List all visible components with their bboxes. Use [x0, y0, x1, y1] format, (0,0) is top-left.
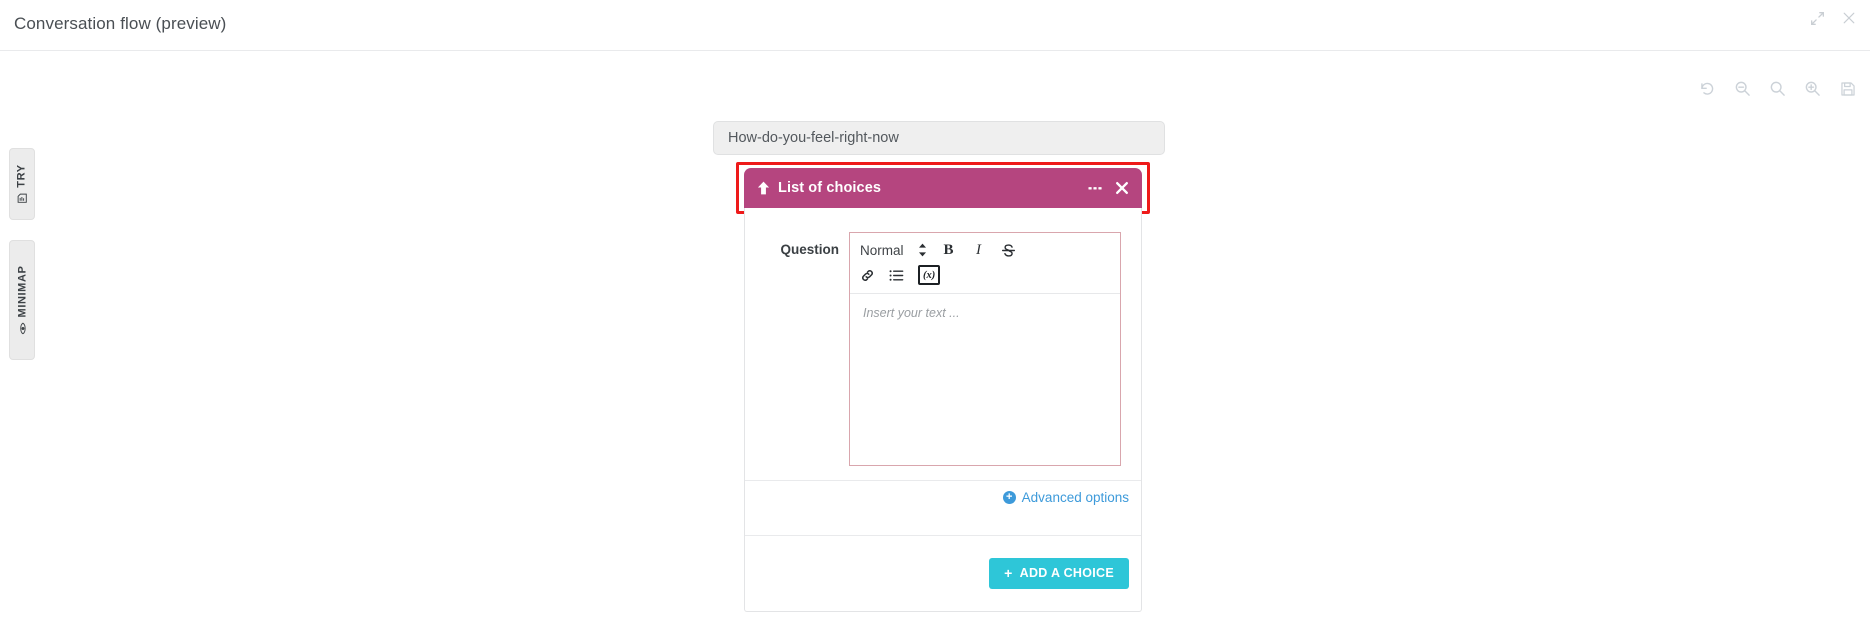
sidebar-item-minimap[interactable]: MINIMAP — [9, 240, 35, 360]
save-floppy-icon[interactable] — [1837, 78, 1858, 99]
node-name-field[interactable]: How-do-you-feel-right-now — [713, 121, 1165, 155]
link-icon[interactable] — [860, 268, 875, 283]
plus-circle-icon: + — [1002, 491, 1016, 504]
question-label: Question — [780, 242, 839, 257]
variable-button[interactable]: (x) — [918, 265, 941, 285]
format-select-value: Normal — [860, 242, 904, 258]
advanced-options-link[interactable]: + Advanced options — [1002, 490, 1129, 505]
rich-text-editor[interactable]: Normal B I (x) Insert your text ... — [849, 232, 1121, 466]
zoom-out-icon[interactable] — [1732, 78, 1753, 99]
minimize-icon[interactable] — [1088, 183, 1103, 193]
sidebar-item-try[interactable]: TRY — [9, 148, 35, 220]
close-icon[interactable] — [1838, 7, 1860, 29]
editor-placeholder: Insert your text ... — [863, 306, 960, 320]
eye-icon — [18, 322, 27, 335]
advanced-options-row: + Advanced options — [745, 481, 1141, 536]
node-header[interactable]: List of choices — [744, 168, 1142, 208]
node-title: List of choices — [778, 180, 882, 196]
bullet-list-icon[interactable] — [889, 269, 904, 282]
add-a-choice-label: ADD A CHOICE — [1019, 566, 1114, 580]
format-select[interactable]: Normal — [860, 243, 927, 258]
page-title: Conversation flow (preview) — [14, 14, 227, 33]
window-titlebar: Conversation flow (preview) — [0, 0, 1870, 51]
editor-text-area[interactable]: Insert your text ... — [850, 294, 1120, 465]
close-node-icon[interactable] — [1115, 181, 1129, 195]
node-footer: + ADD A CHOICE — [745, 536, 1141, 610]
window-actions — [1806, 7, 1860, 29]
sidebar-item-try-label: TRY — [16, 164, 28, 188]
editor-toolbar: Normal B I (x) — [850, 233, 1120, 294]
add-a-choice-button[interactable]: + ADD A CHOICE — [989, 557, 1129, 589]
canvas-toolbar — [1697, 78, 1858, 99]
arrow-up-icon — [757, 181, 770, 195]
zoom-in-icon[interactable] — [1802, 78, 1823, 99]
undo-icon[interactable] — [1697, 78, 1718, 99]
advanced-options-label: Advanced options — [1021, 490, 1129, 505]
node-body: Question Normal B I (x) Insert your text… — [744, 208, 1142, 612]
search-icon[interactable] — [1767, 78, 1788, 99]
question-row: Question Normal B I (x) Insert your text… — [745, 208, 1141, 481]
sidebar-item-minimap-label: MINIMAP — [16, 265, 28, 318]
expand-icon[interactable] — [1806, 7, 1828, 29]
bold-button[interactable]: B — [941, 242, 957, 259]
plus-icon: + — [1004, 565, 1013, 581]
chat-document-icon — [17, 193, 28, 204]
strikethrough-button[interactable] — [1001, 243, 1017, 258]
chevron-updown-icon — [918, 243, 927, 257]
italic-button[interactable]: I — [971, 242, 987, 259]
